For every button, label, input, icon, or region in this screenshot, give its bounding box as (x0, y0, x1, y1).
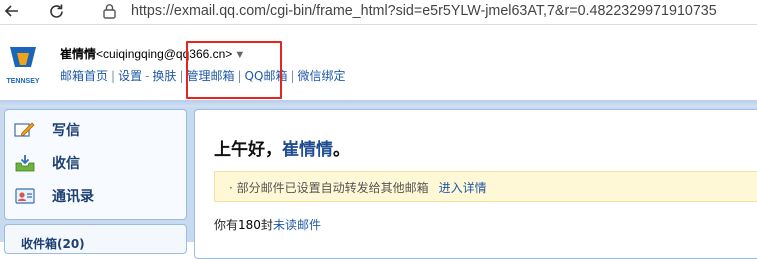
user-name: 崔情情 (60, 47, 97, 61)
sidebar-item-label: 通讯录 (52, 189, 94, 205)
link-separator: | (111, 69, 116, 83)
sidebar-item-label: 收信 (52, 156, 80, 172)
notice-details-link[interactable]: 进入详情 (439, 181, 487, 195)
lock-icon[interactable] (103, 3, 116, 19)
greeting-prefix: 上午好， (214, 140, 282, 160)
notice-message: · 部分邮件已设置自动转发给其他邮箱 (229, 181, 429, 195)
unread-prefix: 你有 (214, 218, 239, 232)
compose-icon (14, 121, 36, 139)
sidebar-item-contacts[interactable]: 通讯录 (14, 183, 94, 209)
link-settings[interactable]: 设置 (118, 69, 142, 83)
mail-header: TENNSEY 崔情情<cuiqingqing@qq366.cn> ▼ 邮箱首页 |… (0, 25, 757, 100)
unread-mid: 封 (260, 218, 273, 232)
link-dash: - (145, 69, 150, 83)
link-wechat-bind[interactable]: 微信绑定 (298, 69, 346, 83)
link-separator: | (179, 69, 184, 83)
sidebar-item-inbox-folder[interactable]: 收件箱(20) (21, 235, 85, 252)
greeting: 上午好，崔情情。 (214, 135, 350, 160)
svg-text:TENNSEY: TENNSEY (6, 78, 39, 85)
unread-summary: 你有180封未读邮件 (214, 216, 321, 233)
greeting-name: 崔情情 (282, 140, 333, 160)
arrow-left-icon[interactable] (2, 1, 22, 21)
sidebar-item-inbox[interactable]: 收信 (14, 150, 80, 176)
forwarding-notice: · 部分邮件已设置自动转发给其他邮箱 进入详情 (214, 171, 757, 202)
band-top-edge (0, 100, 757, 107)
reload-icon[interactable] (46, 1, 66, 21)
unread-mail-link[interactable]: 未读邮件 (273, 218, 321, 232)
sidebar-item-label: 写信 (52, 123, 80, 139)
company-logo[interactable]: TENNSEY (0, 45, 46, 89)
sidebar-item-compose[interactable]: 写信 (14, 117, 80, 143)
annotation-highlight-box (186, 41, 282, 99)
contacts-icon (14, 187, 36, 205)
link-mail-home[interactable]: 邮箱首页 (60, 69, 108, 83)
link-change-skin[interactable]: 换肤 (152, 69, 176, 83)
link-separator: | (290, 69, 295, 83)
inbox-icon (14, 154, 36, 172)
sidebar-folders: 收件箱(20) (4, 224, 187, 254)
browser-toolbar: https://exmail.qq.com/cgi-bin/frame_html… (0, 0, 757, 25)
address-bar[interactable]: https://exmail.qq.com/cgi-bin/frame_html… (131, 2, 717, 22)
unread-count: 180 (238, 218, 261, 232)
greeting-suffix: 。 (333, 140, 350, 160)
notice-text: · 部分邮件已设置自动转发给其他邮箱 进入详情 (229, 179, 487, 196)
